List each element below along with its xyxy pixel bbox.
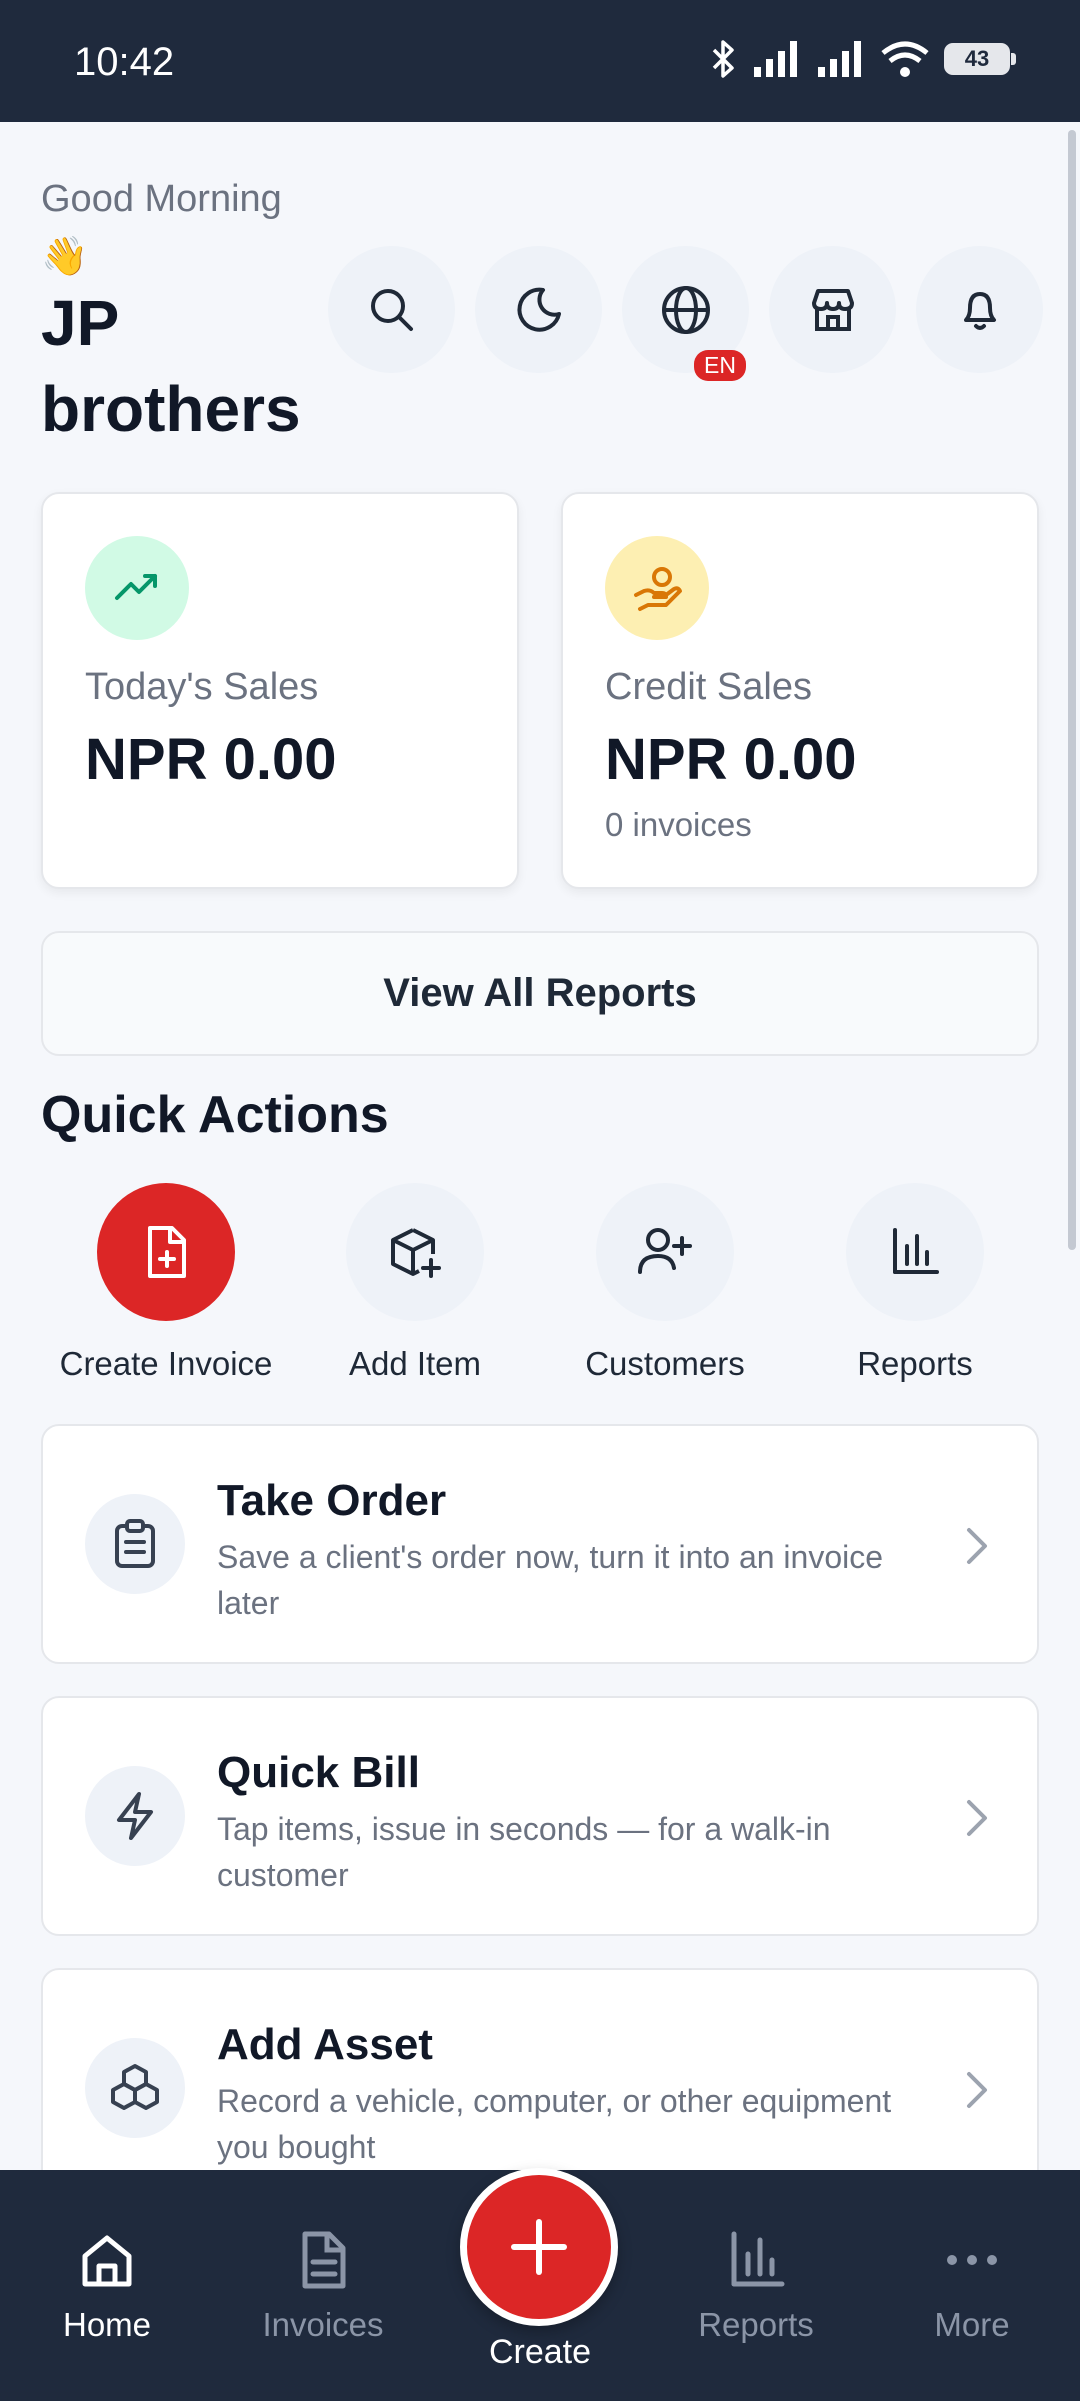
reports-circle[interactable] [846, 1183, 984, 1321]
nav-invoices-label: Invoices [262, 2306, 384, 2343]
chevron-right-icon [967, 1800, 987, 1836]
status-time: 10:42 [74, 40, 175, 84]
view-all-reports-button[interactable]: View All Reports [41, 931, 1039, 1056]
language-badge: EN [694, 350, 746, 381]
add-item-action[interactable]: Add Item [290, 1183, 540, 1383]
nav-more[interactable]: More [872, 2230, 1072, 2344]
create-invoice-circle[interactable] [97, 1183, 235, 1321]
document-icon [302, 2231, 346, 2289]
create-invoice-label: Create Invoice [59, 1345, 273, 1382]
todays-sales-label: Today's Sales [85, 666, 319, 708]
create-invoice-action[interactable]: Create Invoice [41, 1183, 291, 1383]
language-button[interactable]: EN [622, 246, 749, 381]
add-item-circle[interactable] [346, 1183, 484, 1321]
todays-sales-value: NPR 0.00 [85, 727, 337, 792]
quick-actions: Create Invoice Add Item Customers Report… [0, 1183, 1080, 1383]
customers-action[interactable]: Customers [540, 1183, 790, 1383]
bar-chart-icon [893, 1228, 939, 1274]
hand-coins-icon [605, 536, 709, 640]
quick-actions-title: Quick Actions [41, 1086, 389, 1144]
bar-chart-icon [731, 2231, 785, 2287]
credit-sales-value: NPR 0.00 [605, 727, 857, 792]
scrollbar[interactable] [1068, 130, 1076, 1250]
clipboard-icon [85, 1494, 185, 1594]
take-order-title: Take Order [217, 1476, 447, 1525]
greeting: Good Morning 👋 [41, 178, 282, 278]
nav-create-label: Create [488, 2333, 592, 2371]
search-button[interactable] [328, 246, 455, 373]
quick-bill-card[interactable]: Quick Bill Tap items, issue in seconds —… [41, 1696, 1039, 1936]
package-plus-icon [391, 1228, 441, 1278]
customers-circle[interactable] [596, 1183, 734, 1321]
moon-icon [516, 287, 561, 332]
trending-up-icon [85, 536, 189, 640]
chevron-right-icon [967, 1528, 987, 1564]
nav-home[interactable]: Home [7, 2230, 207, 2344]
quick-bill-title: Quick Bill [217, 1748, 420, 1797]
more-horizontal-icon [947, 2255, 997, 2265]
todays-sales-card[interactable]: Today's Sales NPR 0.00 [41, 492, 519, 889]
nav-reports-label: Reports [698, 2306, 814, 2343]
add-asset-description: Record a vehicle, computer, or other equ… [217, 2083, 892, 2165]
bell-icon [963, 291, 996, 330]
nav-reports[interactable]: Reports [656, 2230, 856, 2344]
create-fab-button[interactable] [460, 2168, 618, 2326]
signal-icon-2 [818, 41, 861, 77]
notifications-button[interactable] [916, 246, 1043, 373]
user-plus-icon [638, 1228, 692, 1274]
credit-sales-invoices-count: 0 invoices [605, 806, 752, 843]
credit-sales-label: Credit Sales [605, 666, 812, 708]
store-icon [811, 288, 854, 331]
reports-action[interactable]: Reports [790, 1183, 1040, 1383]
nav-invoices[interactable]: Invoices [223, 2230, 423, 2344]
quick-bill-description: Tap items, issue in seconds — for a walk… [217, 1811, 831, 1893]
battery-icon: 43 [944, 43, 1016, 75]
chevron-right-icon [967, 2072, 987, 2108]
add-asset-title: Add Asset [217, 2020, 433, 2069]
take-order-card[interactable]: Take Order Save a client's order now, tu… [41, 1424, 1039, 1664]
nav-more-label: More [934, 2306, 1010, 2343]
reports-label: Reports [857, 1345, 973, 1382]
file-plus-icon [148, 1226, 186, 1278]
lightning-icon [85, 1766, 185, 1866]
take-order-description: Save a client's order now, turn it into … [217, 1539, 884, 1621]
globe-icon [661, 285, 710, 334]
theme-toggle-button[interactable] [475, 246, 602, 373]
customers-label: Customers [585, 1345, 745, 1382]
credit-sales-card[interactable]: Credit Sales NPR 0.00 0 invoices [561, 492, 1039, 889]
header-actions: EN [328, 246, 1043, 381]
shop-name: JP brothers [41, 287, 301, 445]
wifi-icon [881, 41, 929, 77]
search-icon [370, 288, 413, 331]
boxes-icon [85, 2038, 185, 2138]
signal-icon [754, 41, 797, 77]
plus-icon [511, 2219, 567, 2275]
add-item-label: Add Item [348, 1345, 482, 1382]
status-icons: 43 [708, 38, 1016, 80]
store-button[interactable] [769, 246, 896, 373]
nav-home-label: Home [62, 2306, 152, 2343]
status-bar: 10:42 43 [0, 0, 1080, 122]
home-icon [82, 2235, 132, 2287]
bluetooth-icon [712, 40, 734, 78]
